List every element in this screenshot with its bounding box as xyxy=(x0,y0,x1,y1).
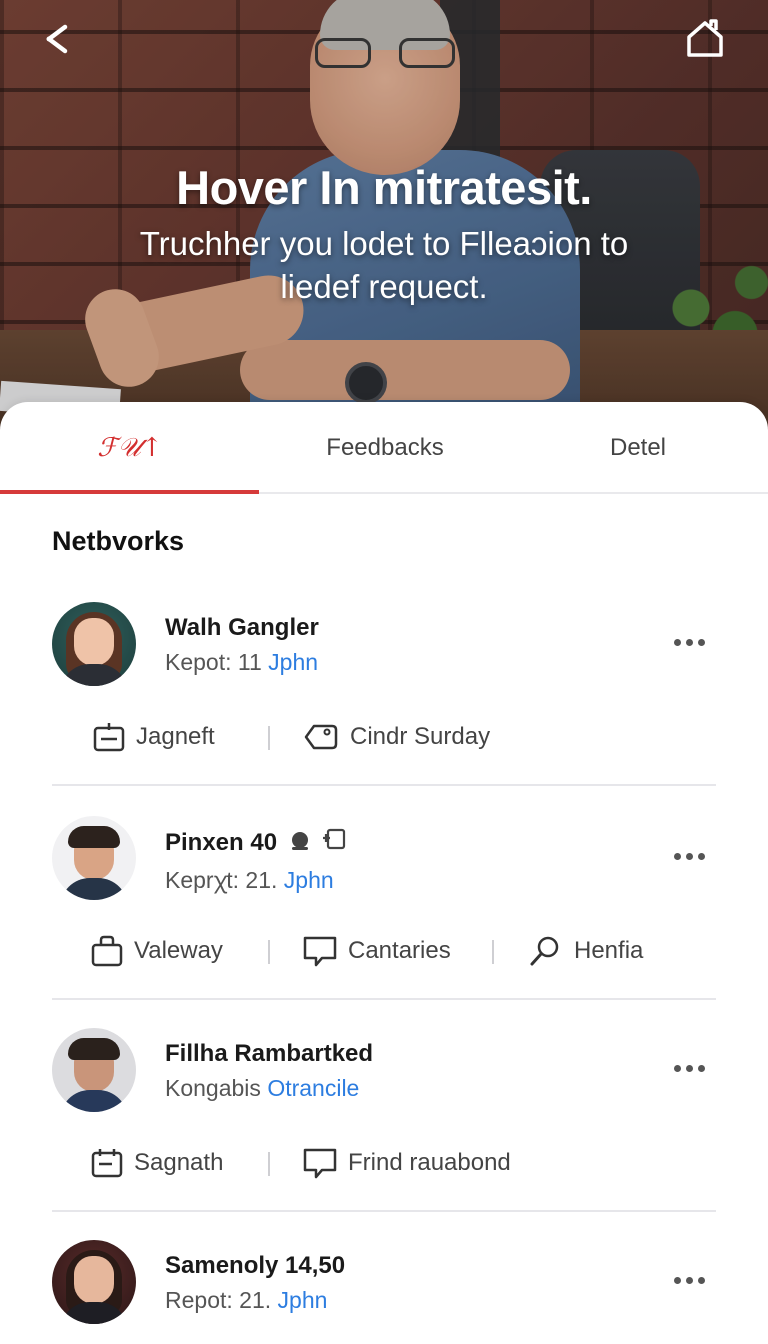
action-tag[interactable]: Cindr Surday xyxy=(302,712,490,762)
more-dot-icon xyxy=(673,852,681,860)
contact-link[interactable]: Otrancile xyxy=(267,1075,359,1101)
hero-banner: Hover In mitratesit. Truchher you lodet … xyxy=(0,0,768,440)
more-dot-icon xyxy=(673,1064,681,1072)
hero-subtitle: Truchher you lodet to Flleaɔion to liede… xyxy=(139,225,629,305)
badge-icon xyxy=(323,828,346,850)
tab-detel-label: Detel xyxy=(609,434,667,461)
divider xyxy=(52,784,716,786)
contact-meta: Kongabis Otrancile xyxy=(165,1075,360,1101)
tag-icon xyxy=(304,724,338,750)
tab-first-icon: ℱ𝒰↑ xyxy=(97,432,163,463)
divider xyxy=(52,1210,716,1212)
active-tab-indicator xyxy=(0,490,259,494)
more-options-button[interactable] xyxy=(664,836,714,876)
contact-meta: Kepot: 11 Jphn xyxy=(165,649,319,675)
contact-link[interactable]: Jphn xyxy=(284,867,334,893)
tab-bar: ℱ𝒰↑ Feedbacks Detel xyxy=(0,402,768,494)
calendar-icon xyxy=(91,1149,123,1178)
chat-icon xyxy=(303,1148,337,1179)
back-chevron-icon xyxy=(46,24,68,54)
contact-meta: Keprꭓt: 21. Jphn xyxy=(165,867,334,893)
contact-actions: Jagneft Cindr Surday xyxy=(0,712,768,762)
action-chat[interactable]: Cantaries xyxy=(302,926,451,976)
more-options-button[interactable] xyxy=(664,622,714,662)
hero-title: Hover In mitratesit. xyxy=(176,161,592,214)
more-dot-icon xyxy=(673,638,681,646)
contact-meta: Repot: 21. Jphn xyxy=(165,1287,328,1313)
action-calendar[interactable]: Jagneft xyxy=(92,712,215,762)
avatar[interactable] xyxy=(52,1028,136,1112)
home-icon xyxy=(687,19,723,57)
more-options-button[interactable] xyxy=(664,1260,714,1300)
avatar[interactable] xyxy=(52,816,136,900)
more-dot-icon xyxy=(673,1276,681,1284)
divider xyxy=(52,998,716,1000)
section-title: Netbvorks xyxy=(52,526,185,556)
tab-feedbacks[interactable]: Feedbacks xyxy=(260,402,510,494)
tab-detel[interactable]: Detel xyxy=(540,402,736,494)
avatar[interactable] xyxy=(52,602,136,686)
status-icon xyxy=(291,832,308,850)
back-button[interactable] xyxy=(32,14,82,64)
contact-name: Fillha Rambartked xyxy=(165,1040,374,1067)
action-calendar[interactable]: Sagnath xyxy=(90,1138,223,1188)
contact-name: Pinxen 40 xyxy=(165,828,348,857)
action-search[interactable]: Henfia xyxy=(528,926,643,976)
content-sheet: ℱ𝒰↑ Feedbacks Detel Netbvorks Walh Gangl… xyxy=(0,402,768,1344)
home-button[interactable] xyxy=(680,14,730,64)
search-icon xyxy=(530,936,559,966)
contact-name: Walh Gangler xyxy=(165,614,319,641)
contact-link[interactable]: Jphn xyxy=(278,1287,328,1313)
tab-first[interactable]: ℱ𝒰↑ xyxy=(0,402,260,494)
bag-icon xyxy=(91,935,123,967)
tab-feedbacks-label: Feedbacks xyxy=(326,434,444,461)
action-chat[interactable]: Frind rauabond xyxy=(302,1138,511,1188)
contact-link[interactable]: Jphn xyxy=(268,649,318,675)
calendar-icon xyxy=(93,723,125,752)
action-bag[interactable]: Valeway xyxy=(90,926,223,976)
avatar[interactable] xyxy=(52,1240,136,1324)
contact-name: Samenoly 14,50 xyxy=(165,1252,346,1279)
contact-actions: Sagnath Frind rauabond xyxy=(0,1138,768,1188)
more-options-button[interactable] xyxy=(664,1048,714,1088)
chat-icon xyxy=(303,936,337,967)
contact-actions: Valeway Cantaries Henfia xyxy=(0,926,768,976)
